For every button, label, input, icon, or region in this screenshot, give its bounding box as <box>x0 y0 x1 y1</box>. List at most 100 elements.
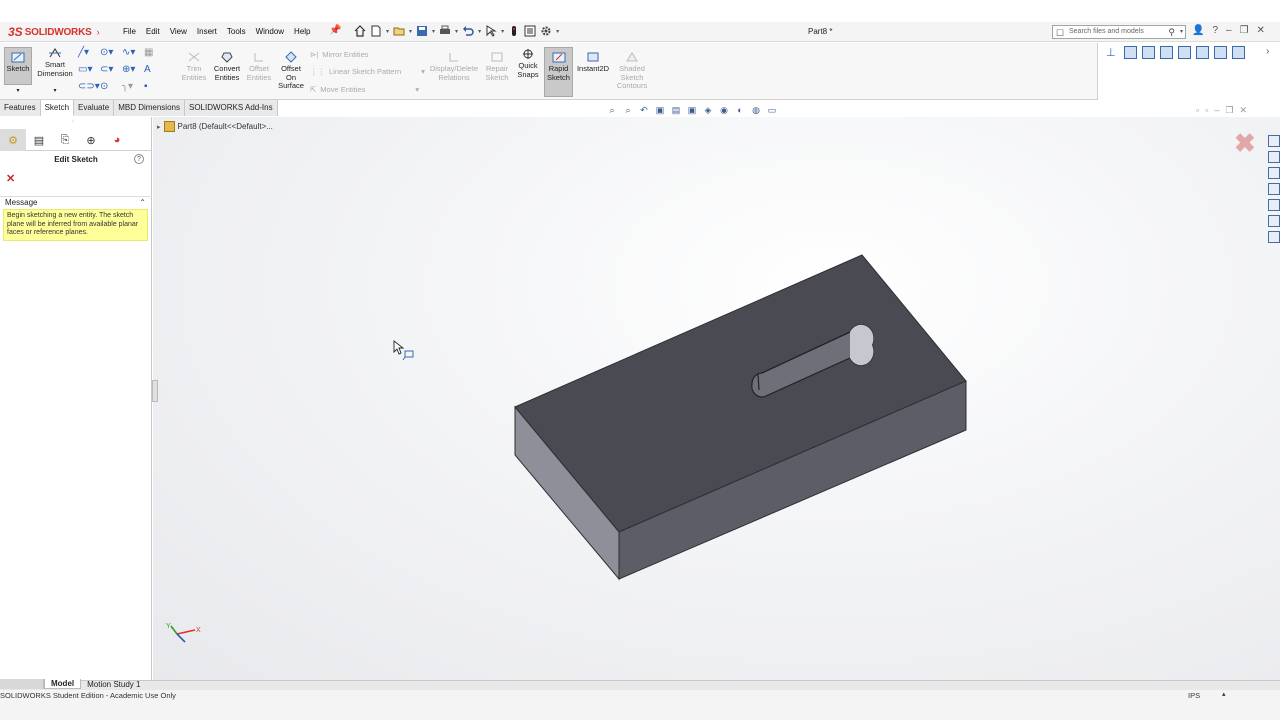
menu-tools[interactable]: Tools <box>222 26 251 37</box>
tab-model[interactable]: Model <box>44 679 82 689</box>
sketch-dropdown[interactable]: ▾ <box>3 87 33 96</box>
chevron-down-icon[interactable]: ▾ <box>386 28 389 35</box>
close-icon[interactable]: ✕ <box>6 172 15 185</box>
zoom-to-area-icon[interactable]: ⌕ <box>622 104 634 116</box>
normal-to-icon[interactable]: ⊥ <box>1106 46 1119 59</box>
dimxpert-manager-tab-icon[interactable]: ⊕ <box>78 129 104 151</box>
apply-scene-icon[interactable]: ◍ <box>750 104 762 116</box>
unit-system[interactable]: IPS <box>1188 691 1200 700</box>
search-input[interactable]: ☐ Search files and models ⚲ ▾ <box>1052 25 1186 39</box>
options-gear-icon[interactable] <box>540 25 552 37</box>
save-icon[interactable] <box>416 25 428 37</box>
chevron-down-icon[interactable]: ▾ <box>501 28 504 35</box>
design-library-icon[interactable] <box>1268 151 1280 163</box>
chevron-down-icon[interactable]: ▾ <box>409 28 412 35</box>
chevron-down-icon[interactable]: ▾ <box>455 28 458 35</box>
menu-file[interactable]: File <box>118 26 141 37</box>
menu-insert[interactable]: Insert <box>192 26 222 37</box>
tab-addins[interactable]: SOLIDWORKS Add-Ins <box>184 100 278 116</box>
instant2d-button[interactable]: Instant2D <box>575 51 611 74</box>
rapid-sketch-button[interactable]: Rapid Sketch <box>544 47 573 97</box>
linear-pattern-button[interactable]: ⋮⋮ Linear Sketch Pattern ▾ <box>310 67 425 76</box>
pin-icon[interactable]: 📌 <box>329 25 341 36</box>
tab-navigation-arrows[interactable] <box>0 679 44 689</box>
hide-show-items-icon[interactable]: ◉ <box>718 104 730 116</box>
zoom-to-fit-icon[interactable]: ⌕ <box>606 104 618 116</box>
display-style-icon[interactable]: ◈ <box>702 104 714 116</box>
top-view-icon[interactable] <box>1196 46 1209 59</box>
view-orientation-icon[interactable]: ▣ <box>686 104 698 116</box>
display-delete-relations-button[interactable]: Display/Delete Relations <box>428 51 480 82</box>
chevron-down-icon[interactable]: ▾ <box>478 28 481 35</box>
bottom-view-icon[interactable] <box>1214 46 1227 59</box>
user-icon[interactable]: 👤 <box>1192 25 1204 36</box>
tab-sketch[interactable]: Sketch <box>40 100 75 116</box>
smart-dimension-button[interactable]: Smart Dimension <box>36 47 74 78</box>
tab-features[interactable]: Features <box>0 100 41 116</box>
chevron-up-icon[interactable]: ⌃ <box>139 197 146 209</box>
spline-icon[interactable]: ∿▾ <box>122 47 144 58</box>
circle-icon[interactable]: ⊙▾ <box>100 47 122 58</box>
close-icon[interactable]: ✕ <box>1257 25 1265 36</box>
shaded-sketch-contours-button[interactable]: Shaded Sketch Contours <box>614 51 650 91</box>
line-icon[interactable]: ╱▾ <box>78 47 100 58</box>
restore-icon[interactable]: ❐ <box>1240 25 1249 36</box>
open-folder-icon[interactable] <box>393 25 405 37</box>
tab-evaluate[interactable]: Evaluate <box>74 100 115 116</box>
exit-sketch-icon[interactable]: ✖ <box>1234 128 1256 159</box>
chevron-down-icon[interactable]: ▾ <box>432 28 435 35</box>
restore-icon[interactable]: ❐ <box>1225 105 1233 116</box>
pane-grip-icon[interactable]: ◦ <box>72 119 74 125</box>
left-view-icon[interactable] <box>1160 46 1173 59</box>
fillet-icon[interactable]: ╮▾ <box>122 81 144 92</box>
feature-tree-flyout[interactable]: ▸ Part8 (Default<<Default>... <box>157 121 273 132</box>
view-palette-icon[interactable] <box>1268 183 1280 195</box>
isometric-view-icon[interactable] <box>1232 46 1245 59</box>
home-icon[interactable] <box>354 25 366 37</box>
close-icon[interactable]: ✕ <box>1240 105 1248 116</box>
appearances-icon[interactable] <box>1268 199 1280 211</box>
select-pointer-icon[interactable] <box>485 25 497 37</box>
trim-entities-button[interactable]: Trim Entities <box>180 51 208 82</box>
edit-appearance-icon[interactable]: ◐ <box>734 104 746 116</box>
tab-mbd-dimensions[interactable]: MBD Dimensions <box>114 100 185 116</box>
sketch-button[interactable]: Sketch <box>4 47 32 85</box>
file-explorer-icon[interactable] <box>1268 167 1280 179</box>
help-icon[interactable]: ? <box>1212 25 1218 36</box>
units-dropdown-icon[interactable]: ▴ <box>1222 690 1226 698</box>
help-icon[interactable]: ? <box>134 154 144 164</box>
quick-snaps-button[interactable]: Quick Snaps <box>514 48 542 79</box>
minimize-icon[interactable]: – <box>1226 25 1232 36</box>
mirror-entities-button[interactable]: ⊳| Mirror Entities <box>310 50 369 59</box>
overflow-chevron-icon[interactable]: › <box>1266 46 1269 57</box>
menu-window[interactable]: Window <box>251 26 289 37</box>
message-section-header[interactable]: Message ⌃ <box>0 196 152 208</box>
right-view-icon[interactable] <box>1178 46 1191 59</box>
menu-help[interactable]: Help <box>289 26 315 37</box>
point-icon[interactable]: ⊙ <box>100 81 122 92</box>
grid-icon[interactable]: ▦ <box>144 47 166 58</box>
tile-icon[interactable]: ▫ <box>1196 105 1199 116</box>
display-manager-tab-icon[interactable]: ◕ <box>104 129 130 151</box>
solidworks-logo[interactable]: 3S SOLIDWORKS › <box>8 24 100 40</box>
solidworks-resources-icon[interactable] <box>1268 135 1280 147</box>
back-view-icon[interactable] <box>1142 46 1155 59</box>
part-model[interactable] <box>500 250 980 590</box>
slot-icon[interactable]: ⊂▾ <box>100 64 122 75</box>
search-icon[interactable]: ⚲ <box>1168 26 1175 38</box>
offset-on-surface-button[interactable]: Offset On Surface <box>276 51 306 91</box>
expand-arrow-icon[interactable]: ▸ <box>157 123 161 131</box>
pane-collapse-handle[interactable] <box>152 380 158 402</box>
dynamic-annotation-icon[interactable]: ▤ <box>670 104 682 116</box>
rebuild-icon[interactable] <box>508 25 520 37</box>
smart-dimension-dropdown[interactable]: ▾ <box>36 87 74 96</box>
slot-straight-icon[interactable]: ⊂⊃▾ <box>78 81 100 92</box>
menu-view[interactable]: View <box>165 26 192 37</box>
text-icon[interactable]: A <box>144 64 166 75</box>
rectangle-icon[interactable]: ▭▾ <box>78 64 100 75</box>
print-icon[interactable] <box>439 25 451 37</box>
tile-alt-icon[interactable]: ▫ <box>1205 105 1208 116</box>
chevron-down-icon[interactable]: ▾ <box>1180 26 1183 38</box>
minimize-icon[interactable]: – <box>1214 105 1219 116</box>
front-view-icon[interactable] <box>1124 46 1137 59</box>
